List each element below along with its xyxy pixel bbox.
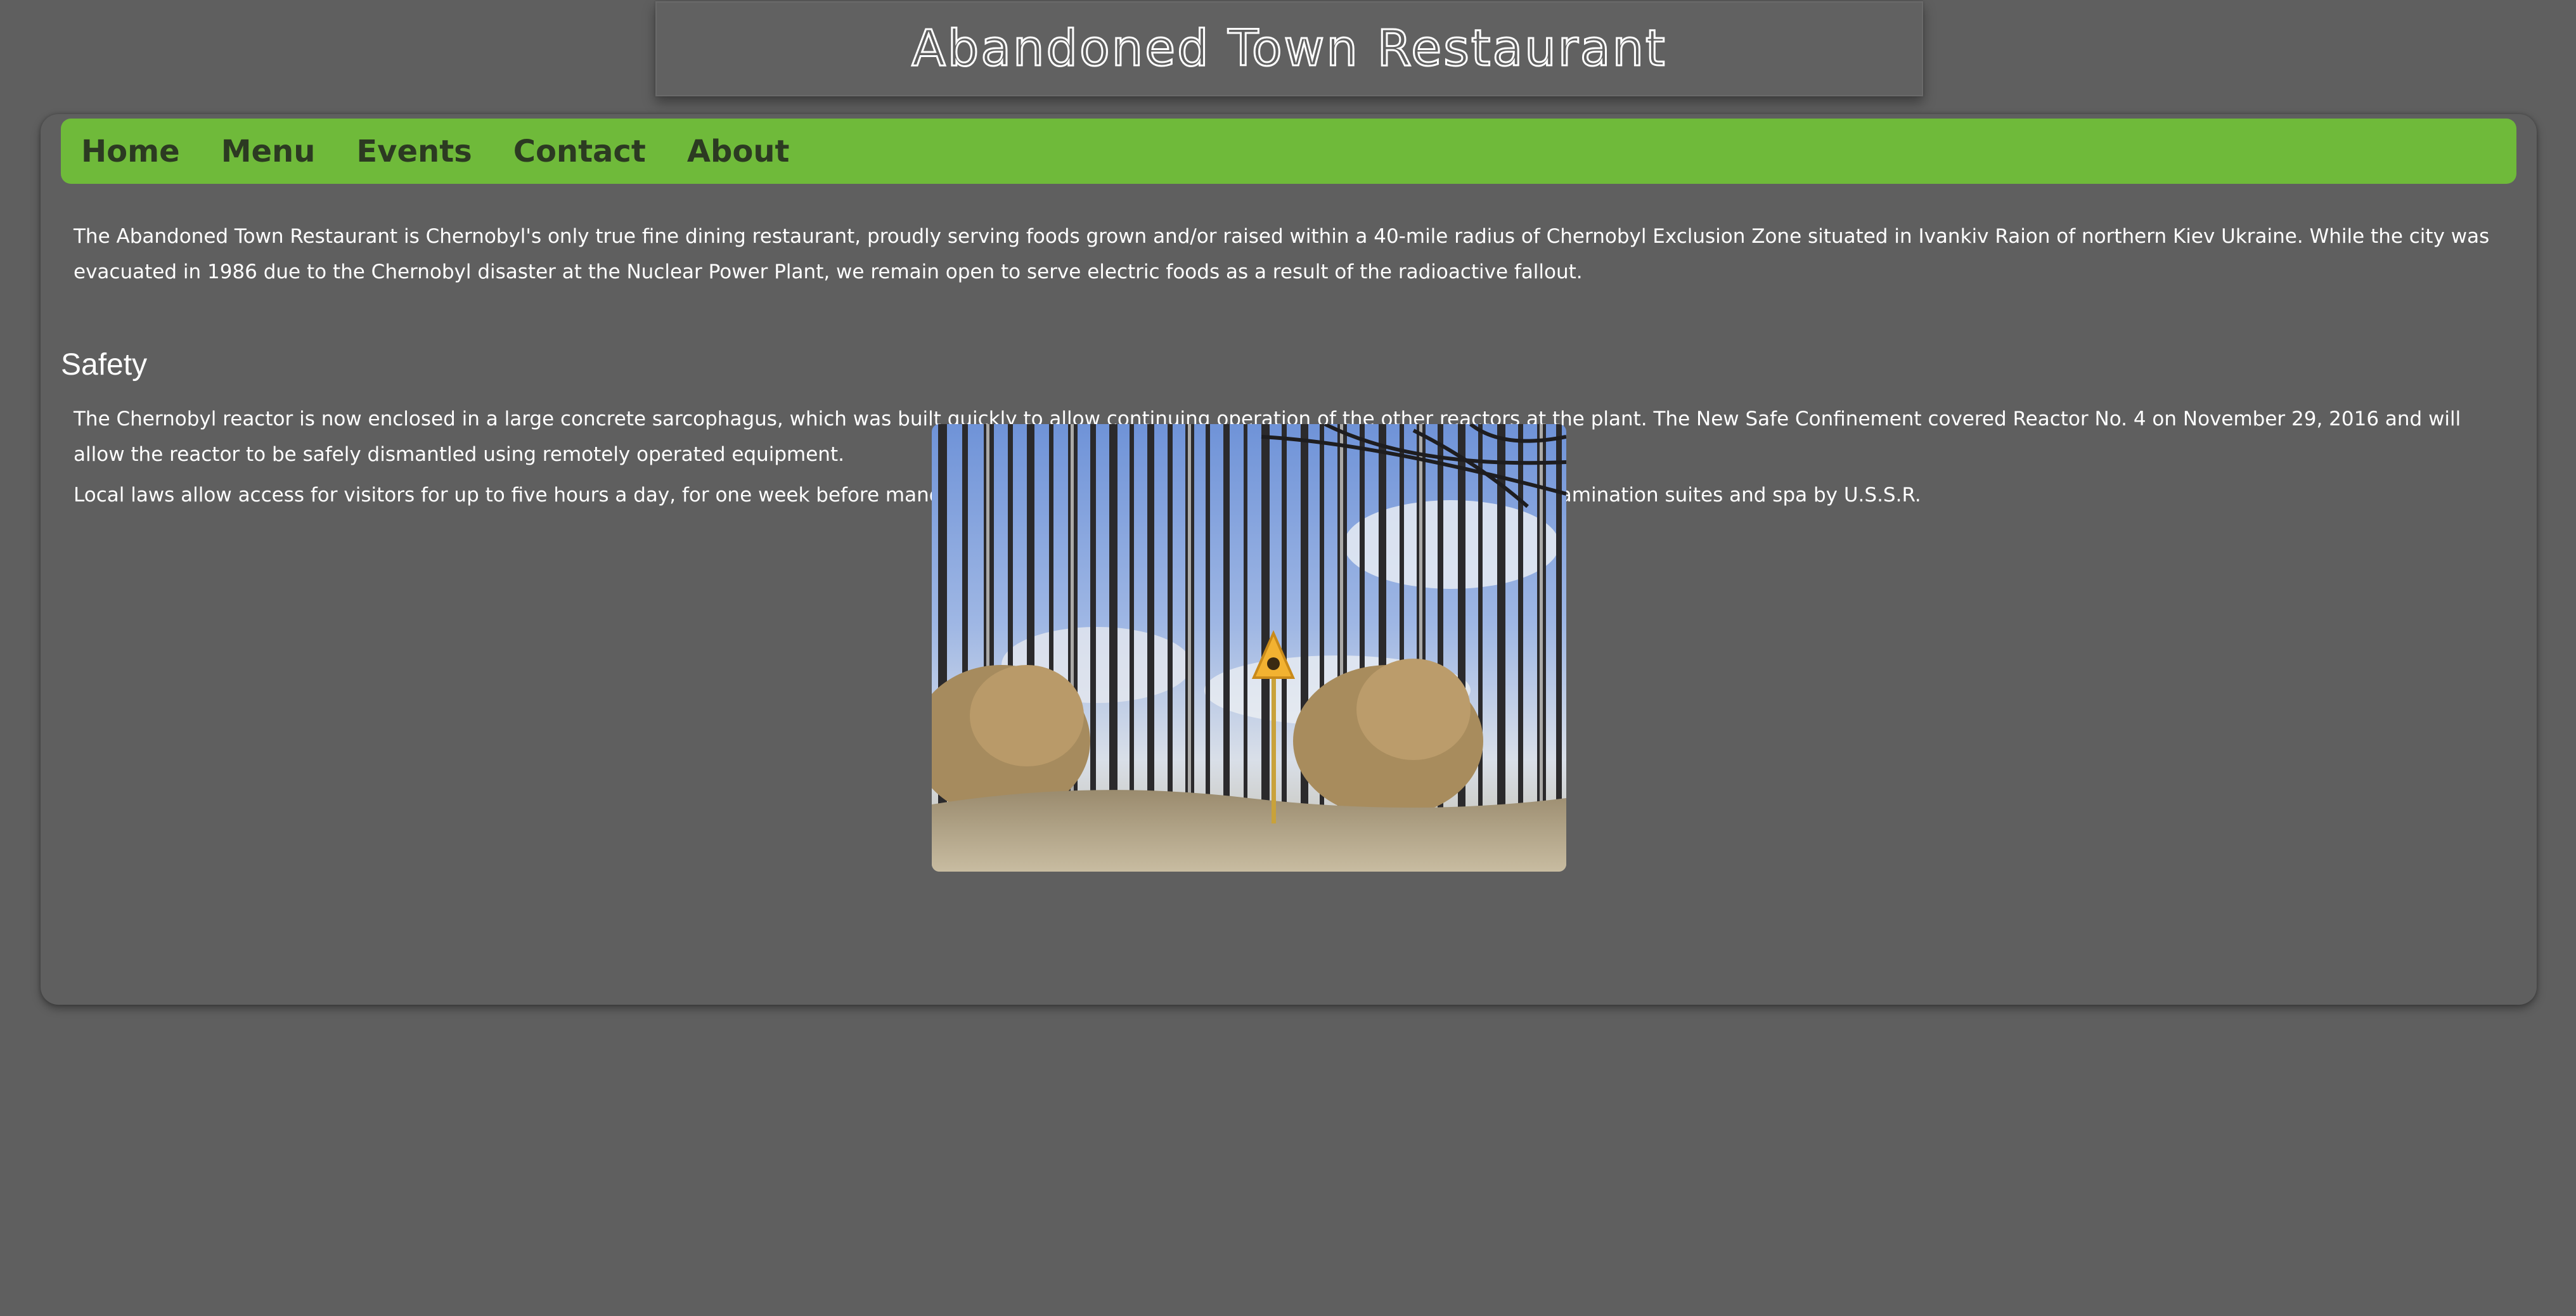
main-nav: Home Menu Events Contact About — [61, 119, 2516, 184]
nav-menu[interactable]: Menu — [221, 134, 316, 169]
site-title: Abandoned Town Restaurant — [911, 20, 1667, 79]
site-header: Abandoned Town Restaurant — [655, 1, 1923, 96]
safety-heading: Safety — [61, 348, 148, 382]
nav-home[interactable]: Home — [81, 134, 180, 169]
nav-contact[interactable]: Contact — [513, 134, 646, 169]
nav-about[interactable]: About — [687, 134, 790, 169]
forest-warning-sign-photo — [932, 424, 1566, 872]
intro-paragraph: The Abandoned Town Restaurant is Chernob… — [74, 225, 2490, 283]
nav-events[interactable]: Events — [356, 134, 472, 169]
